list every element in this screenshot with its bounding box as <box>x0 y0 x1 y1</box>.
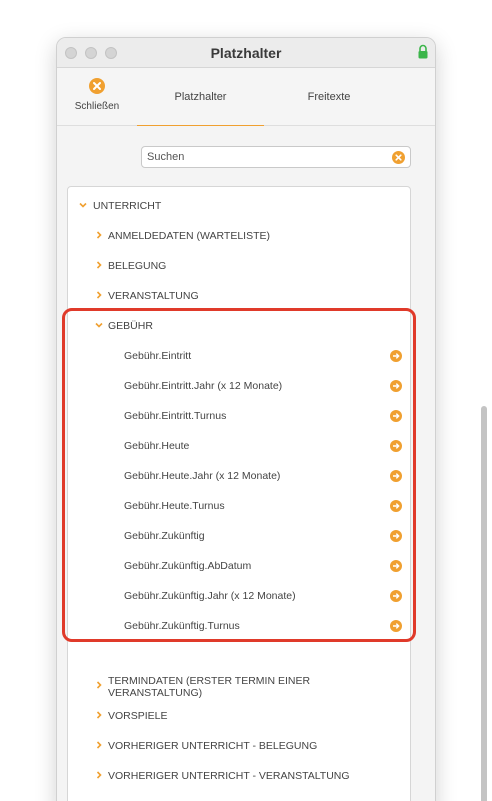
tree-node-label: VORHERIGER UNTERRICHT - BELEGUNG <box>108 740 318 752</box>
placeholder-tree: UNTERRICHT ANMELDEDATEN (WARTELISTE) BEL… <box>67 186 411 801</box>
insert-arrow-icon[interactable] <box>390 380 402 392</box>
placeholder-item[interactable]: Gebühr.Zukünftig.Jahr (x 12 Monate) <box>114 581 402 611</box>
placeholder-item[interactable]: Gebühr.Eintritt.Turnus <box>114 401 402 431</box>
insert-arrow-icon[interactable] <box>390 440 402 452</box>
placeholder-item[interactable]: Gebühr.Heute <box>114 431 402 461</box>
placeholder-item-label: Gebühr.Zukünftig.Jahr (x 12 Monate) <box>124 590 296 602</box>
search-box <box>141 146 411 168</box>
tree-node-label: BELEGUNG <box>108 260 167 272</box>
placeholder-item-label: Gebühr.Eintritt <box>124 350 192 362</box>
tree-node-gebuehr[interactable]: GEBÜHR <box>68 311 410 341</box>
placeholder-item-label: Gebühr.Heute.Turnus <box>124 500 225 512</box>
placeholder-item[interactable]: Gebühr.Eintritt <box>114 341 402 371</box>
insert-arrow-icon[interactable] <box>390 470 402 482</box>
insert-arrow-icon[interactable] <box>390 620 402 632</box>
tree-node-vorspiele[interactable]: VORSPIELE <box>68 701 410 731</box>
insert-arrow-icon[interactable] <box>390 590 402 602</box>
tab-freitexte[interactable]: Freitexte <box>264 68 394 126</box>
placeholder-item-label: Gebühr.Heute.Jahr (x 12 Monate) <box>124 470 281 482</box>
insert-arrow-icon[interactable] <box>390 500 402 512</box>
lock-icon[interactable] <box>417 44 429 60</box>
chevron-down-icon <box>79 202 87 208</box>
search-input[interactable] <box>147 149 387 165</box>
tree-node-label: UNTERRICHT <box>93 200 162 212</box>
tree-node-label: TERMINDATEN (ERSTER TERMIN EINER VERANST… <box>108 675 311 699</box>
tree-node-termindaten[interactable]: TERMINDATEN (ERSTER TERMIN EINER VERANST… <box>68 671 410 701</box>
tree-node-veranstaltung[interactable]: VERANSTALTUNG <box>68 281 410 311</box>
tree-node-vorheriger-veranstaltung[interactable]: VORHERIGER UNTERRICHT - VERANSTALTUNG <box>68 761 410 791</box>
scrollbar-thumb[interactable] <box>481 406 487 801</box>
placeholder-item[interactable]: Gebühr.Heute.Turnus <box>114 491 402 521</box>
tree-node-label: VORHERIGER UNTERRICHT - VERANSTALTUNG <box>108 770 350 782</box>
scrollbar-track[interactable] <box>423 128 431 801</box>
insert-arrow-icon[interactable] <box>390 350 402 362</box>
chevron-right-icon <box>96 711 102 719</box>
chevron-right-icon <box>96 771 102 779</box>
placeholder-item-label: Gebühr.Heute <box>124 440 190 452</box>
chevron-right-icon <box>96 741 102 749</box>
insert-arrow-icon[interactable] <box>390 530 402 542</box>
content-area: UNTERRICHT ANMELDEDATEN (WARTELISTE) BEL… <box>57 126 435 801</box>
placeholder-item-label: Gebühr.Zukünftig <box>124 530 205 542</box>
close-button[interactable]: Schließen <box>67 78 127 114</box>
placeholder-item[interactable]: Gebühr.Heute.Jahr (x 12 Monate) <box>114 461 402 491</box>
placeholder-item-label: Gebühr.Eintritt.Jahr (x 12 Monate) <box>124 380 283 392</box>
chevron-down-icon <box>95 322 103 328</box>
window-title: Platzhalter <box>210 45 282 61</box>
placeholder-item[interactable]: Gebühr.Zukünftig.AbDatum <box>114 551 402 581</box>
close-button-label: Schließen <box>74 101 120 112</box>
tree-node-label: VERANSTALTUNG <box>108 290 199 302</box>
window: Platzhalter Schließen Platzhalter Freite… <box>56 37 436 801</box>
tab-platzhalter[interactable]: Platzhalter <box>137 68 264 127</box>
tree-node-label: GEBÜHR <box>108 320 153 332</box>
placeholder-item-label: Gebühr.Zukünftig.Turnus <box>124 620 240 632</box>
chevron-right-icon <box>96 291 102 299</box>
chevron-right-icon <box>96 231 102 239</box>
chevron-right-icon <box>96 261 102 269</box>
tree-node-belegung[interactable]: BELEGUNG <box>68 251 410 281</box>
placeholder-item-label: Gebühr.Zukünftig.AbDatum <box>124 560 252 572</box>
tree-node-anmeldedaten[interactable]: ANMELDEDATEN (WARTELISTE) <box>68 221 410 251</box>
clear-search-icon[interactable] <box>392 151 405 164</box>
toolbar: Schließen Platzhalter Freitexte <box>57 68 435 127</box>
tree-node-vorheriger-belegung[interactable]: VORHERIGER UNTERRICHT - BELEGUNG <box>68 731 410 761</box>
tree-node-label: ANMELDEDATEN (WARTELISTE) <box>108 230 270 242</box>
title-bar: Platzhalter <box>57 38 435 68</box>
insert-arrow-icon[interactable] <box>390 560 402 572</box>
tree-node-label: VORSPIELE <box>108 710 168 722</box>
placeholder-item-label: Gebühr.Eintritt.Turnus <box>124 410 227 422</box>
chevron-right-icon <box>96 681 102 689</box>
tree-node-unterricht[interactable]: UNTERRICHT <box>68 191 410 221</box>
placeholder-item[interactable]: Gebühr.Zukünftig.Turnus <box>114 611 402 641</box>
placeholder-item[interactable]: Gebühr.Zukünftig <box>114 521 402 551</box>
close-icon <box>89 78 105 94</box>
insert-arrow-icon[interactable] <box>390 410 402 422</box>
placeholder-item[interactable]: Gebühr.Eintritt.Jahr (x 12 Monate) <box>114 371 402 401</box>
